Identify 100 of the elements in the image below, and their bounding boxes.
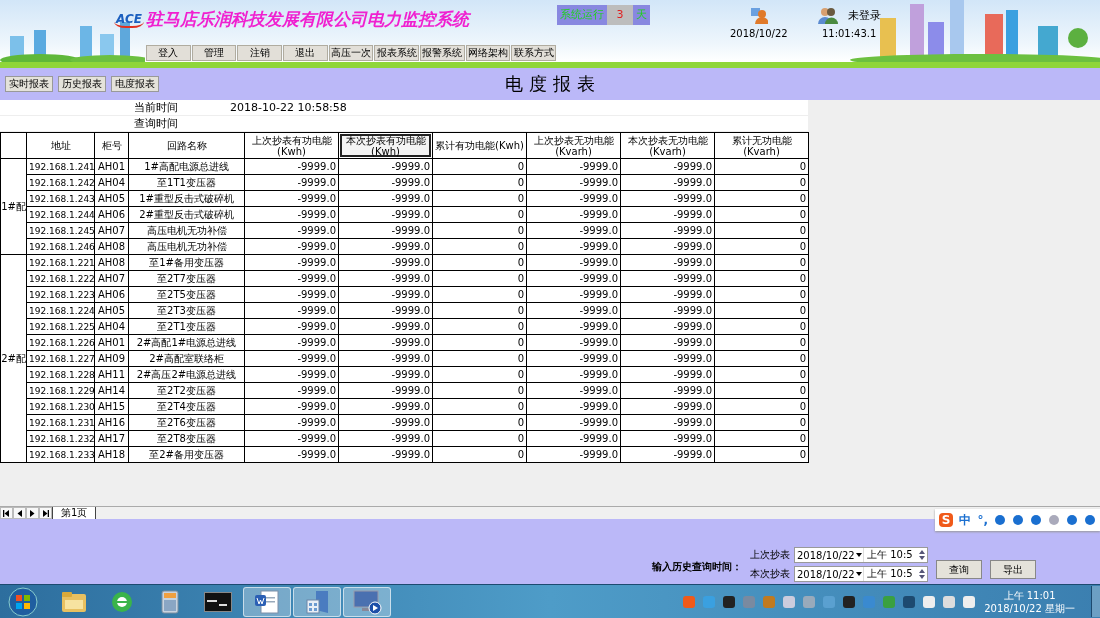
table-cell: 0 [432,286,527,303]
spinner-icon[interactable] [917,549,927,561]
column-header[interactable]: 本次抄表无功电能 (Kvarh) [620,132,715,159]
spinner-icon[interactable] [917,568,927,580]
table-cell: -9999.0 [620,238,715,255]
terminal-icon [204,591,232,612]
table-cell: 0 [714,302,809,319]
table-cell: 192.168.1.228 [26,366,95,383]
table-cell: -9999.0 [244,318,339,335]
ime-mode[interactable]: 中 [959,511,972,529]
table-cell: AH01 [94,334,129,351]
column-header[interactable]: 柜号 [94,132,129,159]
show-desktop-button[interactable] [1091,586,1100,617]
report-tab-button[interactable]: 电度报表 [111,76,159,92]
report-tab-button[interactable]: 实时报表 [5,76,53,92]
table-cell: 至2T2变压器 [128,382,245,399]
table-cell: -9999.0 [620,158,715,175]
table-cell: -9999.0 [526,334,621,351]
table-cell: -9999.0 [526,270,621,287]
menu-button[interactable]: 注销 [237,45,282,61]
table-cell: -9999.0 [526,174,621,191]
table-cell: -9999.0 [620,446,715,463]
table-cell: -9999.0 [338,430,433,447]
report-tab-button[interactable]: 历史报表 [58,76,106,92]
table-cell: -9999.0 [244,222,339,239]
table-cell: 至2T5变压器 [128,286,245,303]
query-button[interactable]: 导出 [990,560,1036,579]
table-cell: 192.168.1.233 [26,446,95,463]
document-icon [254,588,280,615]
column-header[interactable]: 上次抄表有功电能 (Kwh) [244,132,339,159]
table-cell: AH14 [94,382,129,399]
menu-button[interactable]: 高压一次 [328,45,374,61]
table-cell: -9999.0 [620,350,715,367]
table-cell: 0 [714,430,809,447]
table-cell: AH18 [94,446,129,463]
table-cell: 0 [432,174,527,191]
table-cell: -9999.0 [244,254,339,271]
table-cell: AH04 [94,174,129,191]
caret-icon[interactable] [855,552,863,558]
table-cell: -9999.0 [244,158,339,175]
login-status: 未登录 [847,7,881,23]
table-cell: 192.168.1.225 [26,318,95,335]
start-button[interactable] [6,586,40,617]
table-cell: 192.168.1.245 [26,222,95,239]
table-cell: -9999.0 [244,238,339,255]
taskbar-clock[interactable]: 上午 11:01 2018/10/22 星期一 [984,588,1075,615]
column-header[interactable]: 累计有功电能(Kwh) [432,132,527,159]
table-cell: 192.168.1.246 [26,238,95,255]
menu-button[interactable]: 网络架构 [465,45,511,61]
table-cell: AH07 [94,222,129,239]
table-cell: -9999.0 [526,238,621,255]
table-cell: 0 [432,254,527,271]
datetime-picker[interactable]: 2018/10/22 上午 10:5 [794,547,928,563]
table-cell: AH17 [94,430,129,447]
table-cell: 0 [432,446,527,463]
table-cell: 至2T3变压器 [128,302,245,319]
menu-button[interactable]: 退出 [283,45,328,61]
table-cell: -9999.0 [526,446,621,463]
table-cell: -9999.0 [526,222,621,239]
table-cell: 至1#备用变压器 [128,254,245,271]
table-cell: AH07 [94,270,129,287]
table-cell: AH06 [94,206,129,223]
column-header[interactable]: 地址 [26,132,95,159]
table-cell: AH04 [94,318,129,335]
skip-icon[interactable] [0,507,13,519]
table-cell: AH05 [94,190,129,207]
table-cell: AH06 [94,286,129,303]
datetime-picker[interactable]: 2018/10/22 上午 10:5 [794,566,928,582]
company-logo: ACE [114,11,144,28]
table-cell: 0 [714,286,809,303]
menu-button[interactable]: 登入 [146,45,191,61]
ime-punctuation[interactable]: °, [977,513,988,527]
tray-icon[interactable] [722,594,737,609]
table-cell: 0 [432,398,527,415]
sheet-tab[interactable]: 第1页 [52,507,97,519]
taskbar-button[interactable] [243,586,291,617]
table-cell: -9999.0 [244,382,339,399]
menu-button[interactable]: 管理 [191,45,237,61]
column-header[interactable]: 回路名称 [128,132,245,159]
table-cell: 0 [432,206,527,223]
table-cell: AH05 [94,302,129,319]
menu-button[interactable]: 报表系统 [374,45,420,61]
table-cell: 0 [432,366,527,383]
users-icon[interactable] [817,6,838,24]
skip-icon[interactable] [39,507,52,519]
table-cell: -9999.0 [338,286,433,303]
table-cell: -9999.0 [620,382,715,399]
table-cell: 0 [714,398,809,415]
column-header[interactable]: 上次抄表无功电能 (Kvarh) [526,132,621,159]
menu-button[interactable]: 联系方式 [511,45,557,61]
table-cell: -9999.0 [620,318,715,335]
caret-icon[interactable] [855,571,863,577]
column-header[interactable]: 累计无功电能 (Kvarh) [714,132,809,159]
table-cell: -9999.0 [338,158,433,175]
menu-button[interactable]: 报警系统 [420,45,465,61]
query-button[interactable]: 查询 [936,560,982,579]
column-header[interactable]: 本次抄表有功电能 (Kwh) [338,132,433,159]
table-cell: -9999.0 [620,430,715,447]
table-cell: 0 [714,206,809,223]
table-cell: 192.168.1.224 [26,302,95,319]
